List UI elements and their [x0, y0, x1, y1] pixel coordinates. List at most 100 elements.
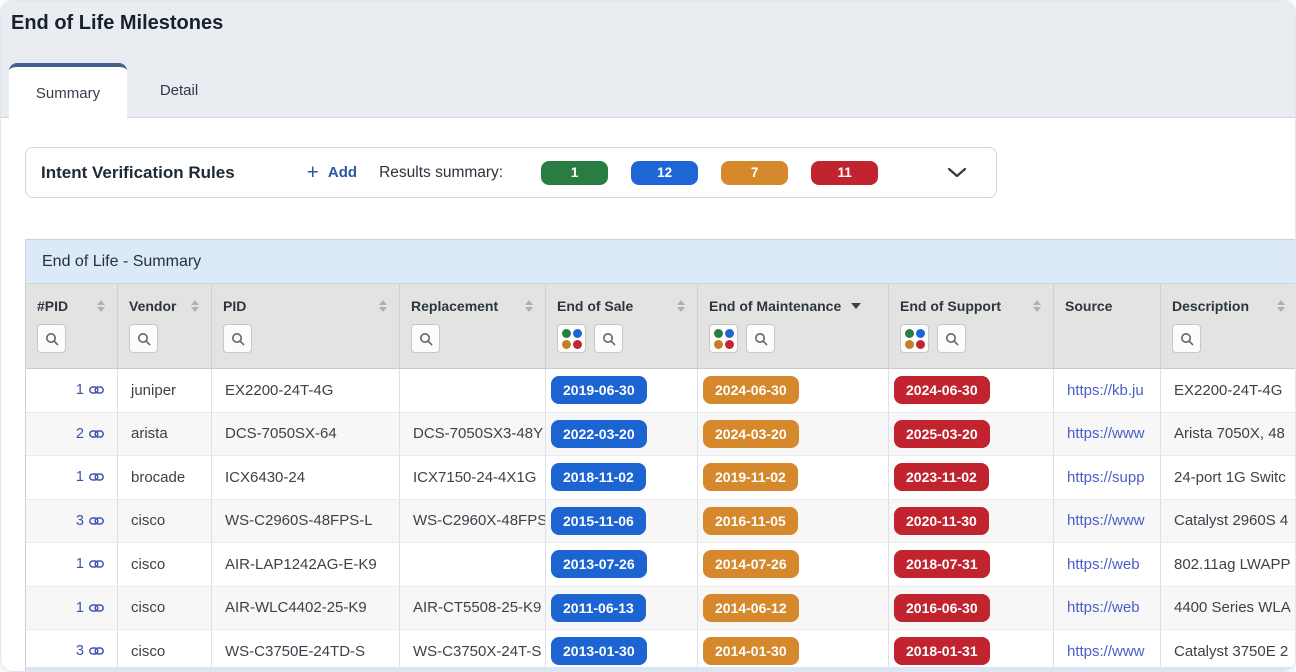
page-title: End of Life Milestones — [11, 12, 223, 35]
source-link[interactable]: https://web — [1067, 556, 1140, 573]
search-filter-button[interactable] — [129, 324, 158, 353]
search-filter-button[interactable] — [37, 324, 66, 353]
replacement-cell: DCS-7050SX3-48Y — [400, 413, 546, 456]
pid-count-link[interactable]: 3 — [76, 513, 104, 529]
source-link[interactable]: https://www — [1067, 425, 1145, 442]
end-of-maintenance-badge: 2014-07-26 — [703, 550, 799, 578]
sort-header[interactable]: Vendor — [129, 297, 199, 315]
pid-count-link[interactable]: 1 — [76, 556, 104, 572]
pid-count-link[interactable]: 3 — [76, 643, 104, 659]
result-badge-orange[interactable]: 7 — [721, 161, 788, 185]
end-of-maintenance-badge: 2024-03-20 — [703, 420, 799, 448]
link-icon — [89, 429, 104, 439]
end-of-support-badge: 2018-01-31 — [894, 637, 990, 665]
description-cell: Catalyst 2960S 4 — [1161, 500, 1296, 543]
vendor-cell: cisco — [118, 587, 212, 630]
description-cell: EX2200-24T-4G — [1161, 369, 1296, 412]
horizontal-scrollbar[interactable] — [26, 667, 1296, 672]
source-link[interactable]: https://www — [1067, 643, 1145, 660]
end-of-sale-badge: 2018-11-02 — [551, 463, 646, 491]
pid-count-link[interactable]: 1 — [76, 600, 104, 616]
intent-verification-rules-panel: Intent Verification Rules + Add Results … — [25, 147, 997, 198]
color-filter-button[interactable] — [900, 324, 929, 353]
search-icon — [419, 332, 433, 346]
end-of-support-badge: 2025-03-20 — [894, 420, 990, 448]
sort-header[interactable]: End of Maintenance — [709, 297, 876, 315]
search-icon — [602, 332, 616, 346]
pid-count-link[interactable]: 1 — [76, 382, 104, 398]
search-filter-button[interactable] — [411, 324, 440, 353]
result-badge-red[interactable]: 11 — [811, 161, 878, 185]
column-label: Source — [1065, 297, 1148, 315]
search-filter-button[interactable] — [223, 324, 252, 353]
replacement-cell — [400, 369, 546, 412]
source-link[interactable]: https://web — [1067, 599, 1140, 616]
search-icon — [754, 332, 768, 346]
column-header-description: Description — [1161, 284, 1296, 368]
link-icon — [89, 603, 104, 613]
tab-summary[interactable]: Summary — [9, 63, 127, 119]
end-of-support-badge: 2020-11-30 — [894, 507, 989, 535]
tab-detail[interactable]: Detail — [127, 63, 231, 118]
end-of-maintenance-badge: 2016-11-05 — [703, 507, 798, 535]
tab-detail-label: Detail — [160, 82, 198, 99]
description-cell: 802.11ag LWAPP — [1161, 543, 1296, 586]
link-icon — [89, 559, 104, 569]
table-row: 3 cisco WS-C3750E-24TD-S WS-C3750X-24T-S… — [26, 630, 1296, 672]
column-header-pid-count: #PID — [26, 284, 118, 368]
search-filter-button[interactable] — [594, 324, 623, 353]
pid-count-link[interactable]: 1 — [76, 469, 104, 485]
end-of-maintenance-badge: 2014-01-30 — [703, 637, 799, 665]
result-badge-green[interactable]: 1 — [541, 161, 608, 185]
sort-both-icon — [191, 300, 199, 312]
sort-both-icon — [97, 300, 105, 312]
color-filter-button[interactable] — [709, 324, 738, 353]
sort-header[interactable]: End of Support — [900, 297, 1041, 315]
source-link[interactable]: https://supp — [1067, 469, 1145, 486]
end-of-maintenance-badge: 2014-06-12 — [703, 594, 799, 622]
sort-header[interactable]: #PID — [37, 297, 105, 315]
table-row: 1 brocade ICX6430-24 ICX7150-24-4X1G 201… — [26, 456, 1296, 500]
search-filter-button[interactable] — [746, 324, 775, 353]
vendor-cell: cisco — [118, 630, 212, 672]
table-title: End of Life - Summary — [26, 240, 1296, 284]
replacement-cell: ICX7150-24-4X1G — [400, 456, 546, 499]
vendor-cell: brocade — [118, 456, 212, 499]
end-of-sale-badge: 2019-06-30 — [551, 376, 647, 404]
chevron-down-icon — [947, 167, 967, 178]
column-header-replacement: Replacement — [400, 284, 546, 368]
results-summary-badges: 1 12 7 11 — [541, 161, 878, 185]
sort-header[interactable]: End of Sale — [557, 297, 685, 315]
source-link[interactable]: https://www — [1067, 512, 1145, 529]
sort-header[interactable]: Description — [1172, 297, 1285, 315]
column-header-end-of-support: End of Support — [889, 284, 1054, 368]
pid-cell: ICX6430-24 — [212, 456, 400, 499]
eol-summary-table: End of Life - Summary #PID Vendor — [25, 239, 1296, 672]
color-filter-button[interactable] — [557, 324, 586, 353]
end-of-support-badge: 2016-06-30 — [894, 594, 990, 622]
link-icon — [89, 385, 104, 395]
link-icon — [89, 472, 104, 482]
table-row: 1 juniper EX2200-24T-4G 2019-06-30 2024-… — [26, 369, 1296, 413]
rules-panel-title: Intent Verification Rules — [41, 163, 235, 183]
search-icon — [1180, 332, 1194, 346]
vendor-cell: juniper — [118, 369, 212, 412]
collapse-panel-button[interactable] — [947, 167, 967, 178]
description-cell: 4400 Series WLA — [1161, 587, 1296, 630]
column-header-pid: PID — [212, 284, 400, 368]
search-filter-button[interactable] — [1172, 324, 1201, 353]
source-link[interactable]: https://kb.ju — [1067, 382, 1144, 399]
end-of-sale-badge: 2013-07-26 — [551, 550, 647, 578]
add-rule-button[interactable]: + Add — [307, 163, 357, 183]
result-badge-blue[interactable]: 12 — [631, 161, 698, 185]
table-row: 2 arista DCS-7050SX-64 DCS-7050SX3-48Y 2… — [26, 413, 1296, 457]
sort-both-icon — [677, 300, 685, 312]
vendor-cell: cisco — [118, 500, 212, 543]
description-cell: Catalyst 3750E 2 — [1161, 630, 1296, 672]
color-dots-icon — [714, 329, 734, 349]
pid-count-link[interactable]: 2 — [76, 426, 104, 442]
column-header-source: Source — [1054, 284, 1161, 368]
sort-header[interactable]: Replacement — [411, 297, 533, 315]
sort-header[interactable]: PID — [223, 297, 387, 315]
search-filter-button[interactable] — [937, 324, 966, 353]
